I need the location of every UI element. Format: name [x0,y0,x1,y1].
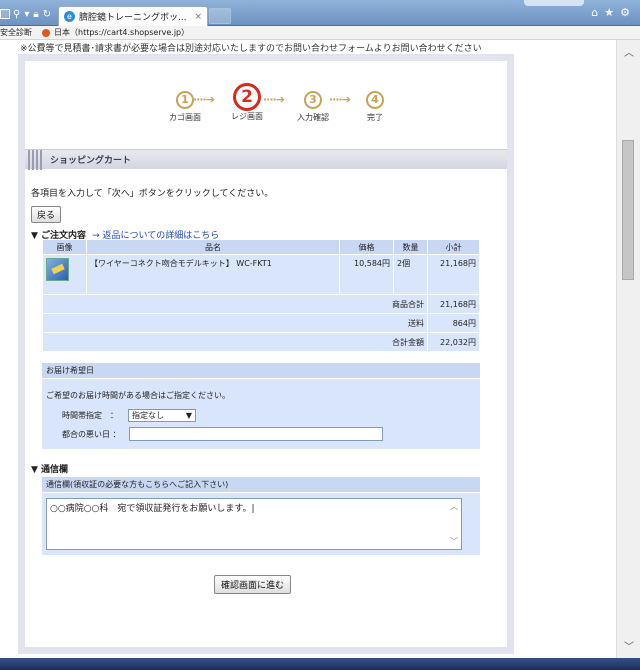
chevron-down-icon: ▼ [185,411,192,420]
browser-tab[interactable]: e 臍腔鏡トレーニングボッ... × [58,6,208,26]
notice-text: ※公費等で見積書･請求書が必要な場合は別途対応いたしますのでお問い合わせフォーム… [20,44,482,54]
bad-day-row: 都合の悪い日 ： [62,427,383,441]
summary-label: 送料 [42,313,428,333]
site-indicator-icon [42,28,50,37]
product-subtotal: 21,168円 [427,254,480,295]
comments-title: 通信欄(領収証の必要な方もこちらへご記入下さい) [42,477,480,493]
step-1-label: カゴ画面 [169,113,201,122]
step-3: 3 入力確認 [297,91,329,123]
search-icon[interactable]: ⚲ [13,9,20,20]
step-4-label: 完了 [367,113,383,122]
product-thumbnail[interactable] [46,258,69,281]
confirm-button[interactable]: 確認画面に進む [214,575,292,594]
instruction-text: 各項目を入力して「次へ」ボタンをクリックしてください。 [31,189,274,199]
summary-row-goods-total: 商品合計 21,168円 [42,294,480,314]
delivery-title: お届け希望日 [42,363,480,379]
dropdown-icon[interactable]: ▾ [24,9,29,20]
product-image-cell [42,254,87,295]
summary-row-grand-total: 合計金額 22,032円 [42,332,480,352]
textarea-scrollbar[interactable]: ︿ ﹀ [448,501,460,547]
scroll-up-icon[interactable]: ︿ [450,501,458,512]
col-subtotal: 小計 [427,239,480,255]
home-icon[interactable]: ⌂ [591,6,598,19]
step-arrow-icon: ····➔ [329,93,351,106]
lock-icon[interactable]: 🔒︎ [33,9,38,20]
comments-box: 通信欄(領収証の必要な方もこちらへご記入下さい) ○○病院○○科 宛で領収証発行… [42,477,480,555]
summary-value: 21,168円 [427,294,480,314]
comments-textarea[interactable]: ○○病院○○科 宛で領収証発行をお願いします。| ︿ ﹀ [46,498,462,550]
col-image: 画像 [42,239,87,255]
table-header-row: 画像 品名 価格 数量 小計 [42,239,480,255]
delivery-box: お届け希望日 ご希望のお届け時間がある場合はご指定ください。 時間帯指定 ： 指… [42,363,480,449]
delivery-description: ご希望のお届け時間がある場合はご指定ください。 [46,391,230,400]
back-button[interactable]: 戻る [31,206,62,223]
summary-value: 864円 [427,313,480,333]
order-table: 画像 品名 価格 数量 小計 【ワイヤーコネクト吻合モデルキット】 WC-FKT… [42,239,480,352]
step-4: 4 完了 [366,91,384,123]
titlebar-glow [524,0,584,6]
scroll-up-arrow-icon[interactable]: ︿ [617,44,640,60]
step-4-number: 4 [366,91,384,109]
scroll-down-icon[interactable]: ﹀ [450,536,458,547]
header-bars-icon [28,149,44,170]
step-arrow-icon: ····➔ [263,93,285,106]
comments-heading: ▼ 通信欄 [31,465,69,475]
summary-label: 合計金額 [42,332,428,352]
time-slot-label: 時間帯指定 ： [62,411,118,420]
page-scrollbar[interactable]: ︿ ﹀ [616,40,640,658]
tab-close-icon[interactable]: × [194,12,202,22]
step-2-label: レジ画面 [231,112,263,121]
tab-title: 臍腔鏡トレーニングボッ... [79,13,187,23]
page-viewport: ※公費等で見積書･請求書が必要な場合は別途対応いたしますのでお問い合わせフォーム… [0,40,616,658]
bad-day-input[interactable] [128,427,383,441]
address-text[interactable]: 日本（https://cart4.shopserve.jp） [54,27,189,38]
chrome-icons: ⌂ ★ ⚙ [591,6,630,19]
step-1-number: 1 [176,91,194,109]
shopping-cart-header: ショッピングカート [25,149,507,170]
checkout-steps: 1 カゴ画面 ····➔ 2 レジ画面 ····➔ 3 入力確認 ····➔ 4… [169,83,399,125]
gear-icon[interactable]: ⚙ [620,6,630,19]
summary-value: 22,032円 [427,332,480,352]
product-qty: 2個 [393,254,428,295]
step-2-number: 2 [233,83,261,111]
nav-tools: ⚲ ▾ 🔒︎ ↻ [0,6,55,22]
cart-frame: 1 カゴ画面 ····➔ 2 レジ画面 ····➔ 3 入力確認 ····➔ 4… [18,54,514,654]
scrollbar-thumb[interactable] [622,140,634,280]
window-icon [0,9,10,19]
time-slot-row: 時間帯指定 ： 指定なし ▼ [62,409,196,422]
section-title: ショッピングカート [50,156,132,166]
command-bar: 安全診断 日本（https://cart4.shopserve.jp） [0,26,640,40]
time-slot-value: 指定なし [132,411,164,420]
browser-titlebar: ⚲ ▾ 🔒︎ ↻ e 臍腔鏡トレーニングボッ... × ⌂ ★ ⚙ [0,0,640,26]
product-price: 10,584円 [339,254,394,295]
step-2: 2 レジ画面 [231,83,263,122]
step-3-label: 入力確認 [297,113,329,122]
table-row: 【ワイヤーコネクト吻合モデルキット】 WC-FKT1 10,584円 2個 21… [42,254,480,295]
product-name: 【ワイヤーコネクト吻合モデルキット】 WC-FKT1 [86,254,340,295]
col-qty: 数量 [393,239,428,255]
taskbar [0,658,640,670]
summary-label: 商品合計 [42,294,428,314]
time-slot-select[interactable]: 指定なし ▼ [128,409,196,422]
scroll-down-arrow-icon[interactable]: ﹀ [617,638,640,654]
step-3-number: 3 [304,91,322,109]
comments-text: ○○病院○○科 宛で領収証発行をお願いします。| [50,504,255,514]
refresh-icon[interactable]: ↻ [43,9,51,20]
star-icon[interactable]: ★ [604,6,614,19]
col-product-name: 品名 [86,239,340,255]
ie-icon: e [64,11,75,22]
new-tab-button[interactable] [209,8,231,24]
col-price: 価格 [339,239,394,255]
step-arrow-icon: ····➔ [193,93,215,106]
summary-row-shipping: 送料 864円 [42,313,480,333]
bad-day-label: 都合の悪い日 ： [62,429,121,439]
security-check-label[interactable]: 安全診断 [0,27,32,38]
cart-content: 1 カゴ画面 ····➔ 2 レジ画面 ····➔ 3 入力確認 ····➔ 4… [25,61,507,647]
